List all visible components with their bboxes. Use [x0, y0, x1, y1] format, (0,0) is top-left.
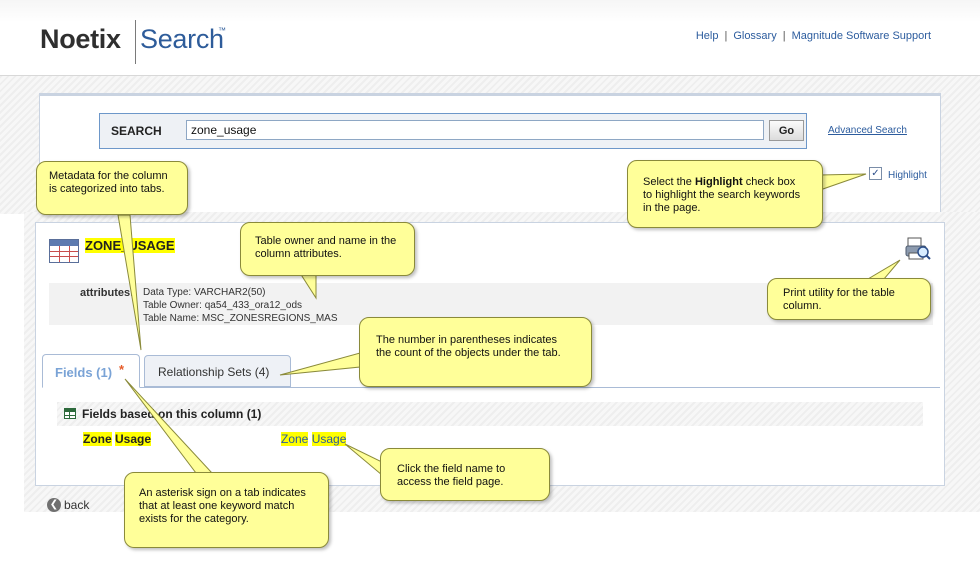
callout-count: The number in parentheses indicates the … [359, 317, 592, 387]
callout-tabs-metadata: Metadata for the column is categorized i… [36, 161, 188, 215]
callout-print: Print utility for the table column. [767, 278, 931, 320]
callout-owner-name: Table owner and name in the column attri… [240, 222, 415, 276]
callout-highlight-bold: Highlight [694, 176, 743, 188]
callout-highlight-text: Select the [643, 176, 695, 188]
callout-field-link: Click the field name to access the field… [380, 448, 550, 501]
callout-highlight: Select the Highlight check box to highli… [627, 160, 823, 228]
callout-asterisk: An asterisk sign on a tab indicates that… [124, 472, 329, 548]
